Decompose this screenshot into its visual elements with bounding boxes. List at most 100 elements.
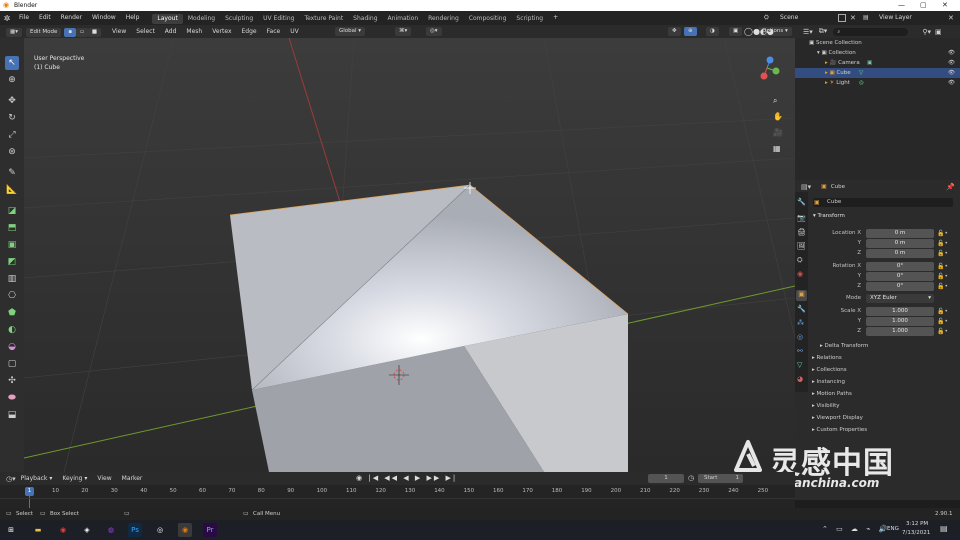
pin-icon[interactable]: 📌: [946, 183, 955, 191]
transform-orientation[interactable]: Global ▾: [335, 27, 366, 36]
edge-slide-tool-icon[interactable]: ▢: [5, 357, 19, 371]
menu-file[interactable]: File: [14, 11, 34, 25]
smooth-tool-icon[interactable]: ◒: [5, 340, 19, 354]
add-cube-tool-icon[interactable]: ◪: [5, 204, 19, 218]
location-y-field[interactable]: 0 m: [866, 239, 934, 248]
custom-properties-panel[interactable]: ▸ Custom Properties: [812, 427, 867, 433]
location-x-field[interactable]: 0 m: [866, 229, 934, 238]
loop-cut-tool-icon[interactable]: ▥: [5, 272, 19, 286]
viewport-display-panel[interactable]: ▸ Viewport Display: [812, 415, 863, 421]
scale-x-field[interactable]: 1.000: [866, 307, 934, 316]
camera-visibility-icon[interactable]: 👁: [948, 58, 955, 68]
outliner-editor-icon[interactable]: ☰▾: [803, 28, 813, 36]
header-menu-edge[interactable]: Edge: [237, 25, 262, 39]
tab-modeling[interactable]: Modeling: [183, 14, 220, 24]
playhead[interactable]: 1: [25, 487, 34, 496]
delete-view-layer-icon[interactable]: ✕: [948, 11, 954, 25]
poly-build-tool-icon[interactable]: ⬟: [5, 306, 19, 320]
object-name-field[interactable]: Cube: [813, 198, 953, 207]
instancing-panel[interactable]: ▸ Instancing: [812, 379, 845, 385]
app-icon-3[interactable]: ◈: [80, 523, 94, 537]
system-tray-icons[interactable]: ⌃ ▭ ☁ ⌁ 🔊: [822, 525, 890, 533]
gizmo-toggle-icon[interactable]: ✥: [668, 27, 681, 36]
new-collection-icon[interactable]: ▣: [935, 28, 942, 36]
knife-tool-icon[interactable]: ⎔: [5, 289, 19, 303]
outliner-row-cube[interactable]: ▸ ▣ Cube ▽ 👁: [795, 68, 960, 78]
motion-paths-panel[interactable]: ▸ Motion Paths: [812, 391, 852, 397]
tab-scripting[interactable]: Scripting: [511, 14, 548, 24]
rip-tool-icon[interactable]: ⬓: [5, 408, 19, 422]
header-menu-view[interactable]: View: [107, 25, 131, 39]
scene-tab-icon[interactable]: ⛭: [797, 256, 803, 265]
tab-texture-paint[interactable]: Texture Paint: [299, 14, 348, 24]
lock-icons-rotation[interactable]: 🔓• 🔓• 🔓•: [937, 262, 948, 292]
clock-time[interactable]: 3:12 PM: [906, 521, 928, 527]
rotation-y-field[interactable]: 0°: [866, 272, 934, 281]
blender-taskbar-icon[interactable]: ◉: [178, 523, 192, 537]
scene-selector[interactable]: Scene: [775, 11, 803, 25]
app-icon-4[interactable]: ◍: [104, 523, 118, 537]
output-tab-icon[interactable]: 🖨: [797, 228, 806, 236]
menu-window[interactable]: Window: [87, 11, 121, 25]
shading-modes-icon[interactable]: ◯●◐◕: [744, 27, 774, 36]
tab-compositing[interactable]: Compositing: [464, 14, 512, 24]
constraints-tab-icon[interactable]: ⚯: [797, 347, 803, 355]
tool-tab-icon[interactable]: 🔧: [797, 198, 806, 206]
windows-start-icon[interactable]: ⊞: [4, 523, 18, 537]
header-menu-face[interactable]: Face: [262, 25, 286, 39]
tab-rendering[interactable]: Rendering: [423, 14, 464, 24]
outliner-row-camera[interactable]: ▸ 🎥 Camera ▣ 👁: [795, 58, 960, 68]
outliner-row-collection[interactable]: ▾ ▣ Collection 👁: [795, 48, 960, 58]
outliner-row-light[interactable]: ▸ ☀ Light ◎ 👁: [795, 78, 960, 88]
cube-visibility-icon[interactable]: 👁: [948, 68, 955, 78]
xray-icon[interactable]: ▣: [729, 27, 743, 36]
header-menu-mesh[interactable]: Mesh: [181, 25, 207, 39]
header-menu-add[interactable]: Add: [160, 25, 182, 39]
rotation-z-field[interactable]: 0°: [866, 282, 934, 291]
rotation-x-field[interactable]: 0°: [866, 262, 934, 271]
snap-icon[interactable]: ⌘▾: [395, 27, 412, 36]
collections-panel[interactable]: ▸ Collections: [812, 367, 847, 373]
maximize-icon[interactable]: ▢: [920, 1, 927, 9]
header-menu-vertex[interactable]: Vertex: [207, 25, 236, 39]
scale-z-field[interactable]: 1.000: [866, 327, 934, 336]
tab-uv-editing[interactable]: UV Editing: [258, 14, 299, 24]
timeline-menu-playback[interactable]: Playback ▾: [16, 472, 58, 486]
spin-tool-icon[interactable]: ◐: [5, 323, 19, 337]
rotate-tool-icon[interactable]: ↻: [5, 111, 19, 125]
shrink-fatten-tool-icon[interactable]: ✣: [5, 374, 19, 388]
timeline-editor-icon[interactable]: ◷▾: [6, 475, 16, 483]
particles-tab-icon[interactable]: ⁂: [797, 319, 804, 327]
material-tab-icon[interactable]: ◕: [797, 375, 803, 383]
view-layer-tab-icon[interactable]: 🖼: [797, 242, 806, 250]
timeline-menu-marker[interactable]: Marker: [117, 472, 148, 486]
3d-viewport[interactable]: User Perspective (1) Cube ⌕ ✋ 🎥 ▦: [24, 38, 795, 472]
editor-type-icon[interactable]: ▦▾: [6, 28, 22, 37]
delta-transform-panel[interactable]: ▸ Delta Transform: [820, 343, 868, 349]
camera-view-icon[interactable]: 🎥: [773, 128, 783, 137]
filter-icon[interactable]: ⚲▾: [922, 28, 931, 36]
outliner-search-input[interactable]: ⌕: [833, 27, 909, 36]
render-tab-icon[interactable]: 📷: [797, 214, 806, 222]
view-layer-selector[interactable]: View Layer: [874, 11, 917, 25]
header-menu-uv[interactable]: UV: [285, 25, 304, 39]
measure-tool-icon[interactable]: 📐: [5, 183, 19, 197]
current-frame-field[interactable]: 1: [648, 474, 684, 483]
filter-display-icon[interactable]: ⧉▾: [819, 27, 828, 36]
add-workspace-icon[interactable]: +: [548, 11, 563, 25]
lock-icons-scale[interactable]: 🔓• 🔓• 🔓•: [937, 307, 948, 337]
perspective-toggle-icon[interactable]: ▦: [773, 144, 781, 153]
edge-select-icon[interactable]: ▫: [76, 28, 88, 37]
annotate-tool-icon[interactable]: ✎: [5, 166, 19, 180]
scene-browse-icon[interactable]: [838, 14, 846, 22]
notifications-icon[interactable]: ▤: [940, 524, 948, 533]
scale-y-field[interactable]: 1.000: [866, 317, 934, 326]
gizmo-options-icon[interactable]: ⊕: [684, 27, 697, 36]
light-visibility-icon[interactable]: 👁: [948, 78, 955, 88]
photoshop-icon[interactable]: Ps: [128, 523, 142, 537]
pan-hand-icon[interactable]: ✋: [773, 112, 783, 121]
select-box-tool-icon[interactable]: ↖: [5, 56, 19, 70]
move-tool-icon[interactable]: ✥: [5, 94, 19, 108]
face-select-icon[interactable]: ■: [87, 28, 102, 37]
start-frame-field[interactable]: Start 1: [698, 474, 743, 483]
